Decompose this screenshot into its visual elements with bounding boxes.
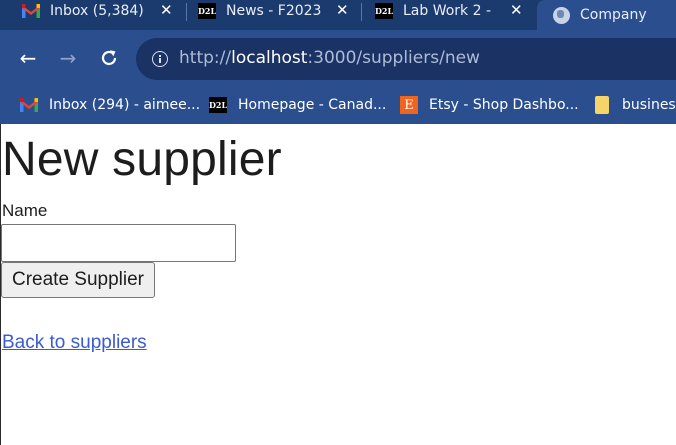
bookmark-label: business (622, 97, 676, 113)
folder-icon (593, 96, 611, 114)
tab-d2l-lab-work[interactable]: D2L Lab Work 2 - ✕ (375, 0, 535, 22)
page-title: New supplier (2, 133, 282, 186)
gmail-icon (20, 97, 38, 113)
tab-company[interactable]: Company (537, 0, 676, 30)
bookmarks-bar: Inbox (294) - aimee... D2L Homepage - Ca… (0, 88, 676, 124)
tab-separator (361, 3, 362, 21)
bookmark-etsy[interactable]: E Etsy - Shop Dashbo... (400, 95, 579, 115)
close-tab-icon[interactable]: ✕ (160, 1, 173, 19)
name-label: Name (2, 201, 48, 220)
tab-label: Company (580, 7, 647, 23)
tab-separator (186, 3, 187, 21)
window-edge (0, 124, 1, 445)
browser-toolbar: ← → http://localhost:3000/suppliers/new (0, 30, 676, 88)
d2l-icon: D2L (198, 3, 216, 19)
bookmark-label: Etsy - Shop Dashbo... (429, 97, 579, 113)
tab-strip: Inbox (5,384) ✕ D2L News - F2023 ✕ D2L L… (0, 0, 676, 30)
reload-icon[interactable] (97, 46, 121, 70)
page-content: New supplier Name Create Supplier Back t… (0, 124, 676, 445)
browser-chrome: Inbox (5,384) ✕ D2L News - F2023 ✕ D2L L… (0, 0, 676, 124)
back-arrow-icon[interactable]: ← (16, 46, 40, 70)
bookmark-gmail-inbox[interactable]: Inbox (294) - aimee... (20, 95, 200, 115)
gmail-icon (22, 4, 40, 18)
bookmark-label: Inbox (294) - aimee... (49, 97, 201, 113)
close-tab-icon[interactable]: ✕ (336, 1, 349, 19)
tab-label: Inbox (5,384) (50, 3, 144, 19)
bookmark-business[interactable]: business (593, 95, 676, 115)
name-input[interactable] (1, 224, 236, 262)
tab-label: News - F2023 (226, 3, 322, 19)
tab-gmail-inbox[interactable]: Inbox (5,384) ✕ (22, 0, 182, 22)
bookmark-label: Homepage - Canad... (238, 97, 387, 113)
etsy-icon: E (400, 96, 418, 114)
close-tab-icon[interactable]: ✕ (510, 1, 523, 19)
bookmark-homepage[interactable]: D2L Homepage - Canad... (209, 95, 386, 115)
forward-arrow-icon[interactable]: → (56, 46, 80, 70)
site-info-icon[interactable] (152, 51, 168, 67)
d2l-icon: D2L (375, 3, 393, 19)
address-bar[interactable]: http://localhost:3000/suppliers/new (136, 38, 676, 80)
url-text: http://localhost:3000/suppliers/new (179, 48, 480, 68)
d2l-icon: D2L (209, 97, 227, 113)
back-to-suppliers-link[interactable]: Back to suppliers (2, 332, 147, 354)
create-supplier-button[interactable]: Create Supplier (1, 262, 155, 298)
globe-icon (552, 6, 570, 24)
tab-label: Lab Work 2 - (403, 3, 492, 19)
tab-d2l-news[interactable]: D2L News - F2023 ✕ (198, 0, 358, 22)
